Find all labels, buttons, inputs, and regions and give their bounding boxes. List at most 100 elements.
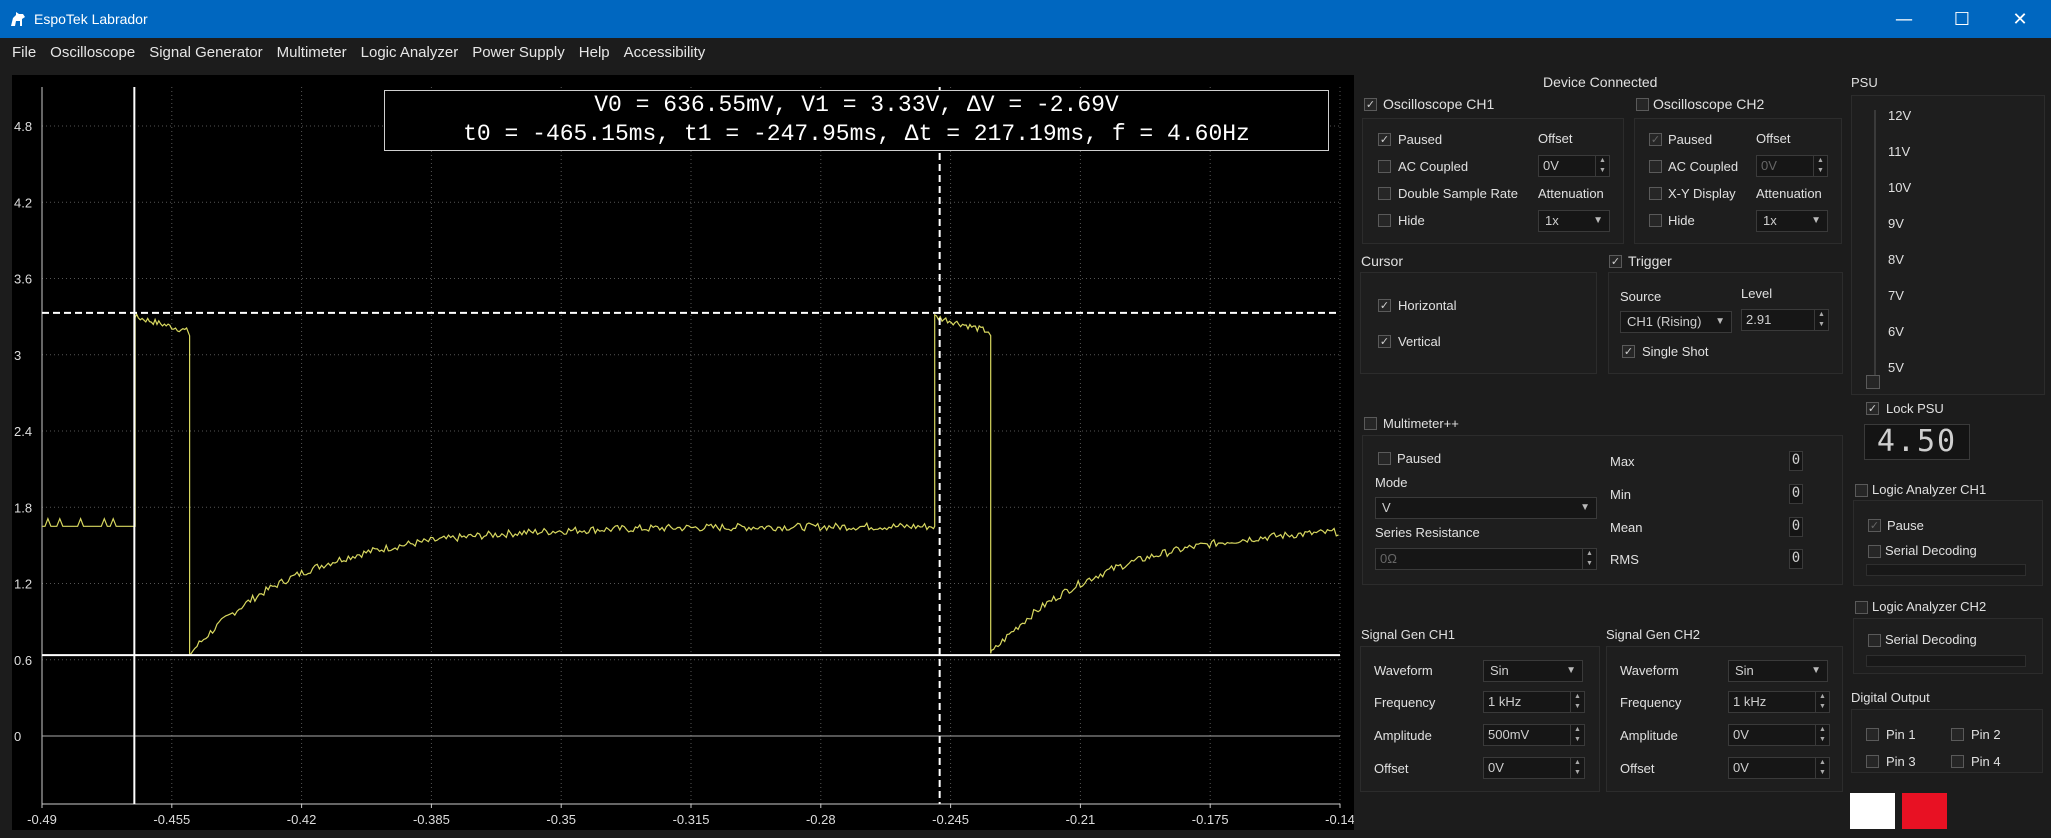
oscilloscope-display[interactable]: 4.8 4.2 3.6 3 2.4 1.8 1.2 0.6 0 -0.49 -0.455 -0.42 -… (12, 75, 1354, 830)
la-ch2-checkbox[interactable] (1855, 601, 1868, 614)
trigger-single-shot-label: Single Shot (1642, 344, 1709, 359)
siggen-ch2-waveform-select[interactable]: Sin ▼ (1728, 660, 1828, 682)
cursor-vertical-checkbox[interactable]: ✓ (1378, 335, 1391, 348)
x-tick-label: -0.21 (1066, 812, 1096, 827)
pin2-label: Pin 2 (1971, 727, 2001, 742)
la-ch2-serial-checkbox[interactable] (1868, 634, 1881, 647)
osc-ch1-hide-checkbox[interactable] (1378, 214, 1391, 227)
trigger-title: Trigger (1628, 253, 1672, 269)
osc-ch1-atten-select[interactable]: 1x ▼ (1538, 210, 1610, 232)
osc-ch1-double-checkbox[interactable] (1378, 187, 1391, 200)
siggen-ch2-freq-spin[interactable]: 1 kHz ▲ ▼ (1728, 691, 1830, 713)
psu-slider-track[interactable] (1874, 110, 1876, 378)
menu-power-supply[interactable]: Power Supply (465, 44, 572, 61)
minimize-button[interactable]: — (1875, 0, 1933, 38)
osc-ch2-atten-select[interactable]: 1x ▼ (1756, 210, 1828, 232)
spin-arrows-icon[interactable]: ▲ ▼ (1570, 758, 1584, 778)
menu-bar: File Oscilloscope Signal Generator Multi… (0, 38, 2051, 66)
siggen-ch2-amp-spin[interactable]: 0V ▲ ▼ (1728, 724, 1830, 746)
app-logo-icon (11, 12, 25, 26)
menu-oscilloscope[interactable]: Oscilloscope (43, 44, 142, 61)
siggen-ch1-waveform-label: Waveform (1374, 663, 1433, 678)
multimeter-checkbox[interactable] (1364, 417, 1377, 430)
osc-ch2-paused-checkbox[interactable]: ✓ (1649, 133, 1662, 146)
pin1-checkbox[interactable] (1866, 728, 1879, 741)
siggen-ch2-amp-label: Amplitude (1620, 728, 1678, 743)
psu-title: PSU (1851, 75, 1878, 90)
spin-arrows-icon[interactable]: ▲ ▼ (1813, 156, 1827, 176)
psu-group (1851, 95, 2045, 395)
pin2-checkbox[interactable] (1951, 728, 1964, 741)
maximize-button[interactable]: ☐ (1933, 0, 1991, 38)
osc-ch2-title: Oscilloscope CH2 (1653, 96, 1765, 112)
spin-arrows-icon[interactable]: ▲ ▼ (1570, 692, 1584, 712)
siggen-ch1-waveform-select[interactable]: Sin ▼ (1483, 660, 1583, 682)
siggen-ch1-waveform-value: Sin (1490, 663, 1509, 678)
multimeter-mean-label: Mean (1610, 520, 1643, 535)
siggen-ch2-freq-label: Frequency (1620, 695, 1682, 710)
siggen-ch2-amp-value: 0V (1733, 727, 1749, 742)
osc-ch2-hide-checkbox[interactable] (1649, 214, 1662, 227)
spin-arrows-icon[interactable]: ▲ ▼ (1582, 549, 1596, 569)
multimeter-mode-select[interactable]: V ▼ (1375, 497, 1597, 519)
osc-ch1-ac-checkbox[interactable] (1378, 160, 1391, 173)
menu-logic-analyzer[interactable]: Logic Analyzer (354, 44, 466, 61)
menu-help[interactable]: Help (572, 44, 617, 61)
ch1-trace (42, 312, 1339, 656)
pin4-checkbox[interactable] (1951, 755, 1964, 768)
multimeter-paused-checkbox[interactable] (1378, 452, 1391, 465)
siggen-ch1-amp-spin[interactable]: 500mV ▲ ▼ (1483, 724, 1585, 746)
trigger-source-select[interactable]: CH1 (Rising) ▼ (1620, 311, 1732, 333)
spin-arrows-icon[interactable]: ▲ ▼ (1595, 156, 1609, 176)
osc-ch2-xy-checkbox[interactable] (1649, 187, 1662, 200)
spin-arrows-icon[interactable]: ▲ ▼ (1570, 725, 1584, 745)
osc-ch1-paused-checkbox[interactable]: ✓ (1378, 133, 1391, 146)
siggen-ch1-amp-label: Amplitude (1374, 728, 1432, 743)
la-ch1-serial-checkbox[interactable] (1868, 545, 1881, 558)
siggen-ch1-offset-spin[interactable]: 0V ▲ ▼ (1483, 757, 1585, 779)
menu-accessibility[interactable]: Accessibility (617, 44, 713, 61)
menu-file[interactable]: File (5, 44, 43, 61)
siggen-ch2-offset-spin[interactable]: 0V ▲ ▼ (1728, 757, 1830, 779)
psu-lock-checkbox[interactable]: ✓ (1866, 402, 1879, 415)
osc-ch2-checkbox[interactable] (1636, 98, 1649, 111)
la-ch1-serial-output (1866, 564, 2026, 576)
siggen-ch1-freq-spin[interactable]: 1 kHz ▲ ▼ (1483, 691, 1585, 713)
trigger-level-spin[interactable]: 2.91 ▲ ▼ (1741, 309, 1829, 331)
siggen-ch2-waveform-label: Waveform (1620, 663, 1679, 678)
trigger-single-shot-checkbox[interactable]: ✓ (1622, 345, 1635, 358)
la-ch1-checkbox[interactable] (1855, 484, 1868, 497)
spin-arrows-icon[interactable]: ▲ ▼ (1814, 310, 1828, 330)
osc-ch2-offset-spin[interactable]: 0V ▲ ▼ (1756, 155, 1828, 177)
osc-ch1-atten-value: 1x (1545, 213, 1559, 228)
la-ch1-serial-label: Serial Decoding (1885, 543, 1977, 558)
cursor-horizontal-checkbox[interactable]: ✓ (1378, 299, 1391, 312)
cursor-vertical-label: Vertical (1398, 334, 1441, 349)
menu-multimeter[interactable]: Multimeter (270, 44, 354, 61)
spin-arrows-icon[interactable]: ▲ ▼ (1815, 758, 1829, 778)
y-tick-label: 1.8 (14, 500, 32, 515)
osc-ch2-atten-value: 1x (1763, 213, 1777, 228)
osc-ch1-checkbox[interactable]: ✓ (1364, 98, 1377, 111)
spin-arrows-icon[interactable]: ▲ ▼ (1815, 692, 1829, 712)
la-ch2-serial-label: Serial Decoding (1885, 632, 1977, 647)
la-ch2-serial-output (1866, 655, 2026, 667)
y-tick-label: 1.2 (14, 577, 32, 592)
siggen-ch1-offset-label: Offset (1374, 761, 1409, 776)
siggen-ch1-offset-value: 0V (1488, 760, 1504, 775)
x-tick-label: -0.455 (153, 812, 190, 827)
psu-slider-handle[interactable] (1866, 375, 1880, 389)
scope-plot[interactable]: 4.8 4.2 3.6 3 2.4 1.8 1.2 0.6 0 -0.49 -0.455 -0.42 -… (12, 75, 1354, 830)
background-color-swatch[interactable] (1850, 793, 1895, 829)
menu-signal-generator[interactable]: Signal Generator (142, 44, 269, 61)
osc-ch1-offset-spin[interactable]: 0V ▲ ▼ (1538, 155, 1610, 177)
pin3-checkbox[interactable] (1866, 755, 1879, 768)
spin-arrows-icon[interactable]: ▲ ▼ (1815, 725, 1829, 745)
trigger-checkbox[interactable]: ✓ (1609, 255, 1622, 268)
close-button[interactable]: ✕ (1991, 0, 2049, 38)
multimeter-series-spin[interactable]: 0Ω ▲ ▼ (1375, 548, 1597, 570)
la-ch1-pause-checkbox[interactable]: ✓ (1868, 519, 1881, 532)
trace-color-swatch[interactable] (1902, 793, 1947, 829)
osc-ch2-ac-checkbox[interactable] (1649, 160, 1662, 173)
multimeter-series-label: Series Resistance (1375, 525, 1480, 540)
